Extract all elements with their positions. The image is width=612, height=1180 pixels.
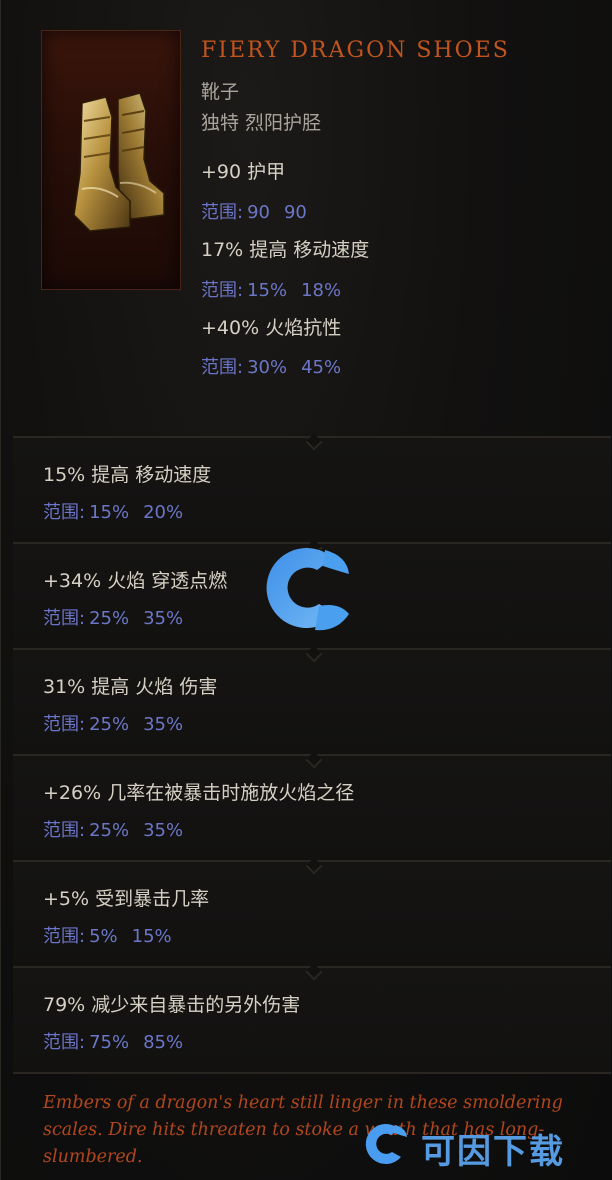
base-stat-fire-resistance: +40% 火焰抗性 xyxy=(201,317,342,339)
affix-range: 范围: 25% 35% xyxy=(43,816,183,842)
watermark-text: 可因下载 xyxy=(421,1132,565,1172)
affix-range: 范围: 15% 20% xyxy=(43,498,183,524)
range-max: 90 xyxy=(283,202,307,223)
range-label: 范围: xyxy=(201,202,244,223)
affix-row: 31% 提高 火焰 伤害 范围: 25% 35% xyxy=(13,648,611,754)
base-stat-movement-speed: 17% 提高 移动速度 xyxy=(201,239,370,261)
affix-list: 15% 提高 移动速度 范围: 15% 20% +34% 火焰 穿透点燃 范围: 25… xyxy=(13,436,611,1074)
range-max: 45% xyxy=(301,357,342,378)
range-max: 85% xyxy=(143,1032,184,1053)
base-stat-armor-range: 范围: 90 90 xyxy=(201,198,307,224)
item-rarity: 独特 烈阳护胫 xyxy=(201,112,322,134)
base-stat-fire-resistance-range: 范围: 30% 45% xyxy=(201,353,341,379)
range-label: 范围: xyxy=(43,608,86,629)
range-min: 25% xyxy=(89,714,130,735)
affix-range: 范围: 5% 15% xyxy=(43,922,172,948)
affix-text: +26% 几率在被暴击时施放火焰之径 xyxy=(43,782,355,804)
range-min: 90 xyxy=(247,202,270,223)
affix-text: +5% 受到暴击几率 xyxy=(43,888,210,910)
c-logo-icon xyxy=(365,1124,407,1165)
affix-range: 范围: 25% 35% xyxy=(43,604,183,630)
greaves-icon xyxy=(73,92,165,232)
range-max: 35% xyxy=(143,820,184,841)
divider xyxy=(13,1072,611,1074)
range-min: 25% xyxy=(89,820,130,841)
range-min: 15% xyxy=(89,502,130,523)
affix-text: 79% 减少来自暴击的另外伤害 xyxy=(43,994,301,1016)
item-header: FIERY DRAGON SHOES 靴子 独特 烈阳护胫 +90 护甲 范围:… xyxy=(1,0,612,436)
range-max: 20% xyxy=(143,502,184,523)
affix-text: 31% 提高 火焰 伤害 xyxy=(43,676,218,698)
c-logo-icon xyxy=(266,548,349,631)
range-min: 25% xyxy=(89,608,130,629)
item-type: 靴子 xyxy=(201,81,240,103)
affix-row: +26% 几率在被暴击时施放火焰之径 范围: 25% 35% xyxy=(13,754,611,860)
range-max: 15% xyxy=(131,926,172,947)
range-max: 35% xyxy=(143,608,184,629)
affix-text: 15% 提高 移动速度 xyxy=(43,464,212,486)
range-label: 范围: xyxy=(43,1032,86,1053)
range-label: 范围: xyxy=(43,926,86,947)
range-label: 范围: xyxy=(43,820,86,841)
range-min: 15% xyxy=(247,280,288,301)
affix-text: +34% 火焰 穿透点燃 xyxy=(43,570,228,592)
item-icon-frame xyxy=(41,30,181,290)
range-label: 范围: xyxy=(201,357,244,378)
range-label: 范围: xyxy=(201,280,244,301)
affix-range: 范围: 75% 85% xyxy=(43,1028,183,1054)
range-min: 5% xyxy=(89,926,118,947)
affix-range: 范围: 25% 35% xyxy=(43,710,183,736)
base-stat-movement-speed-range: 范围: 15% 18% xyxy=(201,276,341,302)
item-name: FIERY DRAGON SHOES xyxy=(201,38,510,63)
affix-row: 15% 提高 移动速度 范围: 15% 20% xyxy=(13,436,611,542)
item-tooltip: FIERY DRAGON SHOES 靴子 独特 烈阳护胫 +90 护甲 范围:… xyxy=(0,0,612,1180)
range-max: 18% xyxy=(301,280,342,301)
range-min: 75% xyxy=(89,1032,130,1053)
range-min: 30% xyxy=(247,357,288,378)
affix-row: 79% 减少来自暴击的另外伤害 范围: 75% 85% xyxy=(13,966,611,1072)
watermark: 可因下载 xyxy=(361,1118,609,1172)
range-label: 范围: xyxy=(43,714,86,735)
range-max: 35% xyxy=(143,714,184,735)
base-stat-armor: +90 护甲 xyxy=(201,161,286,183)
affix-row: +5% 受到暴击几率 范围: 5% 15% xyxy=(13,860,611,966)
range-label: 范围: xyxy=(43,502,86,523)
